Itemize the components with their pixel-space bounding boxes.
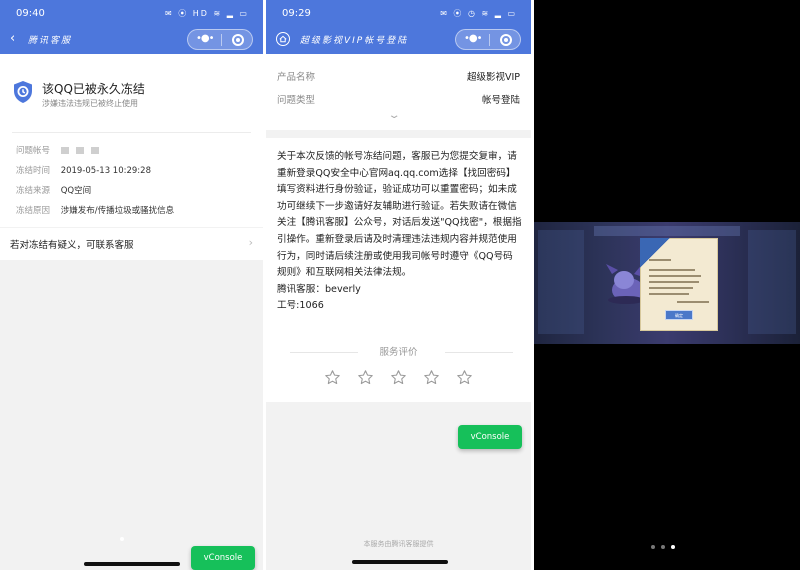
shield-icon: [14, 81, 32, 103]
star-icon[interactable]: [390, 369, 407, 386]
info-value: QQ空间: [60, 186, 92, 196]
divider: [445, 352, 513, 353]
agent-name: 腾讯客服：beverly: [277, 283, 361, 295]
freeze-notice-screen: 09:40 ✉ ⦿ HD ≋ ▂ ▭ ‹ 腾讯客服 •●• 该QQ已被永久冻结 …: [0, 0, 263, 570]
dialog-text-line: [649, 259, 671, 261]
mini-program-capsule: •●•: [187, 29, 253, 50]
status-bar: 09:40 ✉ ⦿ HD ≋ ▂ ▭: [0, 0, 263, 26]
home-indicator: [84, 562, 180, 566]
dialog-text-line: [649, 287, 693, 289]
vconsole-button[interactable]: vConsole: [191, 546, 255, 570]
more-icon[interactable]: •●•: [464, 33, 483, 44]
expand-chevron-icon[interactable]: ⌄: [387, 110, 400, 121]
dialog-text-line: [649, 275, 701, 277]
ticket-key: 产品名称: [277, 72, 316, 83]
dialog-text-line: [649, 269, 695, 271]
ticket-row-product: 产品名称 超级影视VIP: [277, 69, 520, 83]
status-bar: 09:29 ✉ ⦿ ◷ ≋ ▂ ▭: [266, 0, 531, 26]
info-label: 冻结原因: [16, 206, 51, 216]
info-value: 涉嫌发布/传播垃圾或骚扰信息: [60, 206, 175, 216]
reply-message: 关于本次反馈的帐号冻结问题，客服已为您提交复审，请重新登录QQ安全中心官网aq.…: [277, 149, 522, 315]
game-screenshot: 确定: [534, 222, 800, 344]
ticket-row-issue-type: 问题类型 帐号登陆: [277, 92, 520, 106]
page-dot: [651, 545, 655, 549]
capsule-divider: [489, 34, 490, 46]
divider: [12, 132, 251, 133]
status-time: 09:40: [16, 8, 45, 19]
reply-card: 关于本次反馈的帐号冻结问题，客服已为您提交复审，请重新登录QQ安全中心官网aq.…: [266, 138, 531, 402]
dialog-text-line: [649, 281, 699, 283]
game-notice-dialog: 确定: [640, 238, 718, 331]
support-reply-screen: 09:29 ✉ ⦿ ◷ ≋ ▂ ▭ 超级影视VIP帐号登陆 •●• 产品名称 超…: [266, 0, 531, 570]
ticket-value: 超级影视VIP: [466, 72, 520, 83]
dialog-confirm-label: 确定: [675, 313, 683, 318]
vconsole-button[interactable]: vConsole: [458, 425, 522, 449]
info-label: 问题帐号: [16, 146, 51, 156]
footer-note: 本服务由腾讯客服提供: [363, 540, 434, 548]
masked-account-block: [75, 147, 84, 154]
freeze-card: 该QQ已被永久冻结 涉嫌违法违规已被终止使用 问题帐号 冻结时间 2019-05…: [0, 54, 263, 227]
game-hud-right: [748, 230, 796, 334]
freeze-subheading: 涉嫌违法违规已被终止使用: [42, 99, 138, 108]
rating-title: 服务评价: [379, 347, 418, 358]
ticket-key: 问题类型: [277, 95, 316, 106]
chevron-right-icon: ›: [248, 236, 253, 249]
dialog-text-line: [649, 293, 689, 295]
star-icon[interactable]: [357, 369, 374, 386]
info-label: 冻结时间: [16, 166, 51, 176]
info-row-freeze-source: 冻结来源 QQ空间: [16, 184, 91, 196]
ticket-value: 帐号登陆: [481, 95, 520, 106]
page-title: 超级影视VIP帐号登陆: [300, 36, 409, 46]
capsule-divider: [221, 34, 222, 46]
home-icon[interactable]: [276, 32, 290, 46]
reply-paragraph: 关于本次反馈的帐号冻结问题，客服已为您提交复审，请重新登录QQ安全中心官网aq.…: [277, 151, 522, 279]
close-miniprogram-icon[interactable]: [232, 34, 244, 46]
home-indicator: [352, 560, 448, 564]
game-screenshot-viewer: 确定: [534, 0, 800, 570]
dialog-text-line: [677, 301, 709, 303]
dialog-ribbon: [640, 238, 670, 268]
page-indicator-dot: [120, 537, 124, 541]
star-icon[interactable]: [423, 369, 440, 386]
info-row-freeze-reason: 冻结原因 涉嫌发布/传播垃圾或骚扰信息: [16, 204, 174, 216]
more-icon[interactable]: •●•: [196, 33, 215, 44]
info-row-freeze-time: 冻结时间 2019-05-13 10:29:28: [16, 164, 151, 176]
contact-support-row[interactable]: 若对冻结有疑义，可联系客服 ›: [0, 228, 263, 260]
game-hud-left: [538, 230, 584, 334]
title-bar: 超级影视VIP帐号登陆 •●•: [266, 26, 531, 54]
contact-support-label: 若对冻结有疑义，可联系客服: [10, 240, 134, 251]
info-value: 2019-05-13 10:29:28: [60, 166, 151, 176]
title-bar: ‹ 腾讯客服 •●•: [0, 26, 263, 54]
masked-account-block: [90, 147, 99, 154]
star-icon[interactable]: [456, 369, 473, 386]
info-row-account: 问题帐号: [16, 144, 106, 156]
info-label: 冻结来源: [16, 186, 51, 196]
status-icons: ✉ ⦿ ◷ ≋ ▂ ▭: [440, 9, 517, 18]
dialog-confirm-button[interactable]: 确定: [665, 310, 693, 320]
star-rating: [266, 369, 531, 390]
page-dot-active: [671, 545, 675, 549]
star-icon[interactable]: [324, 369, 341, 386]
status-icons: ✉ ⦿ HD ≋ ▂ ▭: [164, 9, 249, 18]
game-hud-top: [594, 226, 740, 236]
page-dot: [661, 545, 665, 549]
masked-account-block: [60, 147, 69, 154]
ticket-summary: 产品名称 超级影视VIP 问题类型 帐号登陆 ⌄: [266, 54, 531, 130]
close-miniprogram-icon[interactable]: [500, 34, 512, 46]
back-icon[interactable]: ‹: [10, 31, 15, 46]
status-time: 09:29: [282, 8, 311, 19]
freeze-heading: 该QQ已被永久冻结: [42, 82, 145, 96]
mini-program-capsule: •●•: [455, 29, 521, 50]
page-indicator: [648, 534, 678, 553]
agent-id: 工号:1066: [277, 300, 324, 312]
page-title: 腾讯客服: [28, 36, 73, 46]
